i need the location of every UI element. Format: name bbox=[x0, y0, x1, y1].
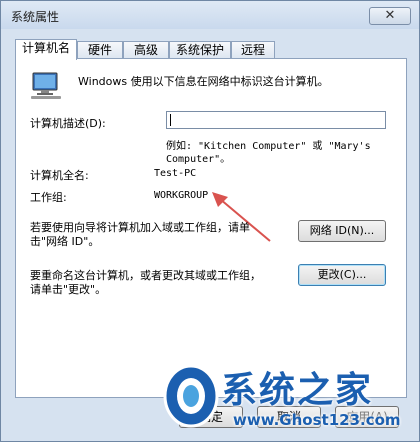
change-button[interactable]: 更改(C)... bbox=[298, 264, 386, 286]
watermark-logo-icon bbox=[163, 364, 219, 428]
watermark-title: 系统之家 bbox=[221, 369, 374, 411]
tab-hardware[interactable]: 硬件 bbox=[77, 41, 123, 59]
full-name-label: 计算机全名: bbox=[30, 169, 89, 182]
text-caret bbox=[170, 114, 171, 126]
annotation-arrow-icon bbox=[212, 192, 271, 242]
title-bar[interactable]: 系统属性 ✕ bbox=[1, 1, 419, 29]
tab-system-protection[interactable]: 系统保护 bbox=[169, 41, 231, 59]
watermark-url: www.Ghost123.com bbox=[233, 411, 401, 429]
intro-text: Windows 使用以下信息在网络中标识这台计算机。 bbox=[78, 75, 329, 88]
computer-network-icon bbox=[31, 72, 61, 99]
network-id-text-line2: 击"网络 ID"。 bbox=[30, 235, 100, 248]
system-properties-window: 系统属性 ✕ 计算机名 硬件 高级 系统保护 远程 Windows 使用以下信息… bbox=[0, 0, 420, 442]
rename-text-line2: 请单击"更改"。 bbox=[30, 283, 107, 296]
close-button[interactable]: ✕ bbox=[369, 7, 411, 25]
workgroup-label: 工作组: bbox=[30, 191, 67, 204]
full-name-value: Test-PC bbox=[154, 168, 197, 179]
network-id-button[interactable]: 网络 ID(N)... bbox=[298, 220, 386, 242]
site-watermark: 系统之家 www.Ghost123.com bbox=[161, 361, 416, 441]
computer-description-input[interactable] bbox=[166, 111, 386, 129]
window-title: 系统属性 bbox=[11, 10, 60, 24]
workgroup-value: WORKGROUP bbox=[154, 190, 209, 201]
description-example-line2: Computer"。 bbox=[166, 154, 231, 165]
computer-name-panel: Windows 使用以下信息在网络中标识这台计算机。 计算机描述(D): 例如:… bbox=[15, 58, 407, 398]
tab-remote[interactable]: 远程 bbox=[231, 41, 275, 59]
tab-advanced[interactable]: 高级 bbox=[123, 41, 169, 59]
tab-computer-name[interactable]: 计算机名 bbox=[15, 39, 77, 60]
description-label: 计算机描述(D): bbox=[30, 117, 106, 130]
